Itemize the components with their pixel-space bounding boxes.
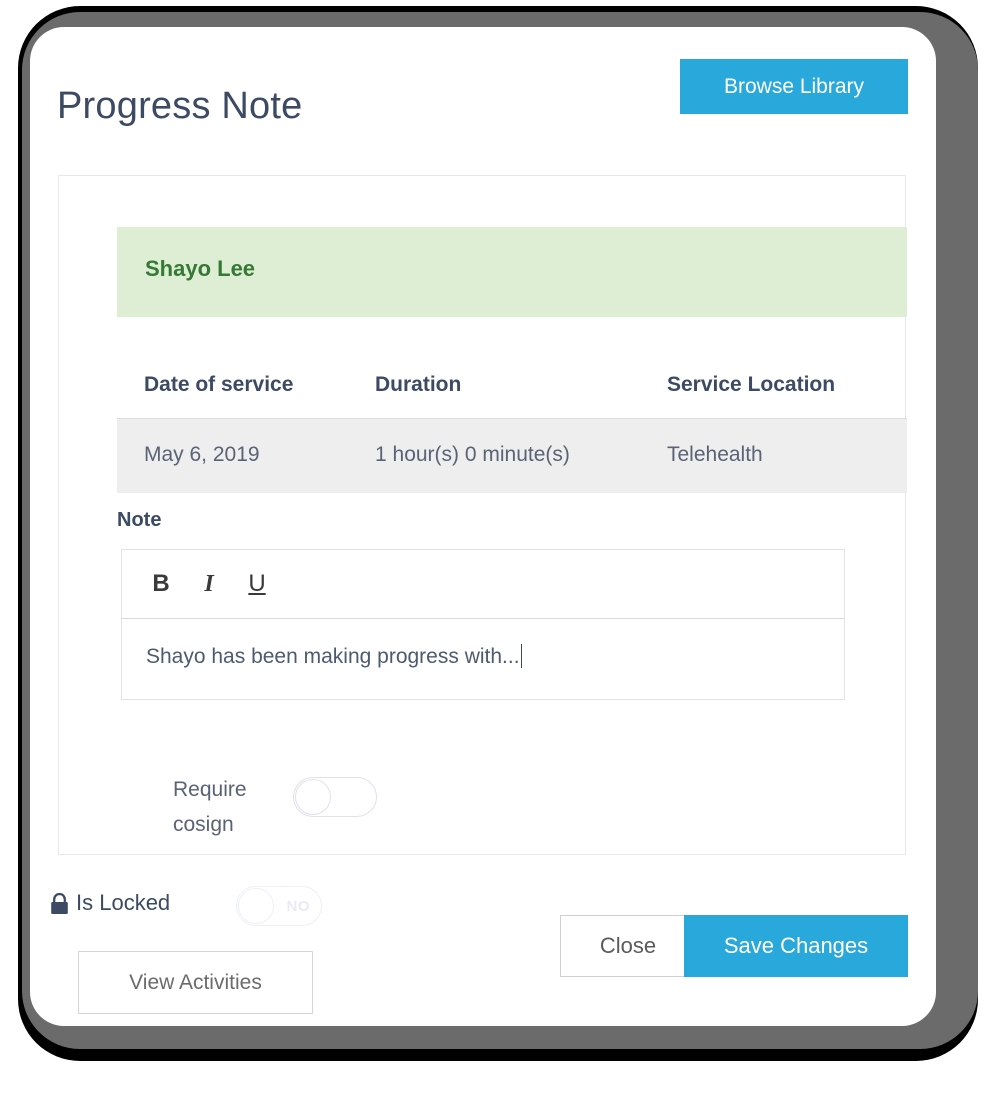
italic-icon[interactable]: I xyxy=(192,568,226,600)
require-cosign-field: Require cosign xyxy=(117,772,417,862)
note-label: Note xyxy=(117,509,162,531)
cell-duration: 1 hour(s) 0 minute(s) xyxy=(375,443,570,466)
column-header-service-location: Service Location xyxy=(667,373,836,396)
table-header-row: Date of service Duration Service Locatio… xyxy=(117,351,907,418)
require-cosign-label: Require cosign xyxy=(173,778,247,836)
toggle-knob xyxy=(295,779,331,815)
is-locked-toggle-value: NO xyxy=(286,898,310,915)
underline-icon[interactable]: U xyxy=(240,568,274,600)
progress-note-dialog: Progress Note Browse Library Shayo Lee D… xyxy=(30,27,936,1026)
note-panel: Shayo Lee Date of service Duration Servi… xyxy=(58,175,907,855)
dialog-header: Progress Note Browse Library xyxy=(30,27,936,159)
note-text-area[interactable]: Shayo has been making progress with... xyxy=(122,619,844,699)
require-cosign-toggle[interactable] xyxy=(293,777,377,817)
is-locked-field: Is Locked NO xyxy=(50,884,400,930)
client-name: Shayo Lee xyxy=(145,256,256,281)
cell-service-location: Telehealth xyxy=(667,443,763,466)
column-header-date-of-service: Date of service xyxy=(144,373,294,396)
lock-icon xyxy=(51,893,68,914)
service-details-table: Date of service Duration Service Locatio… xyxy=(117,351,907,493)
note-text-wrapper: Shayo has been making progress with... xyxy=(146,644,522,669)
note-editor: B I U Shayo has been making progress wit… xyxy=(121,549,845,700)
bold-icon[interactable]: B xyxy=(144,568,178,600)
client-banner: Shayo Lee xyxy=(117,227,907,317)
note-text-value: Shayo has been making progress with... xyxy=(146,645,520,668)
text-caret xyxy=(520,644,522,668)
browse-library-button[interactable]: Browse Library xyxy=(680,59,908,114)
view-activities-button[interactable]: View Activities xyxy=(78,951,313,1014)
screenshot-stage: Progress Note Browse Library Shayo Lee D… xyxy=(0,0,1000,1099)
page-title: Progress Note xyxy=(57,85,303,127)
note-editor-toolbar: B I U xyxy=(122,550,844,619)
close-button[interactable]: Close xyxy=(560,915,696,977)
column-header-duration: Duration xyxy=(375,373,462,396)
is-locked-label: Is Locked xyxy=(76,890,171,915)
cell-date-of-service: May 6, 2019 xyxy=(144,443,260,466)
save-changes-button[interactable]: Save Changes xyxy=(684,915,908,977)
is-locked-toggle[interactable]: NO xyxy=(236,886,322,926)
toggle-knob xyxy=(238,888,274,924)
table-row: May 6, 2019 1 hour(s) 0 minute(s) Telehe… xyxy=(117,418,907,493)
